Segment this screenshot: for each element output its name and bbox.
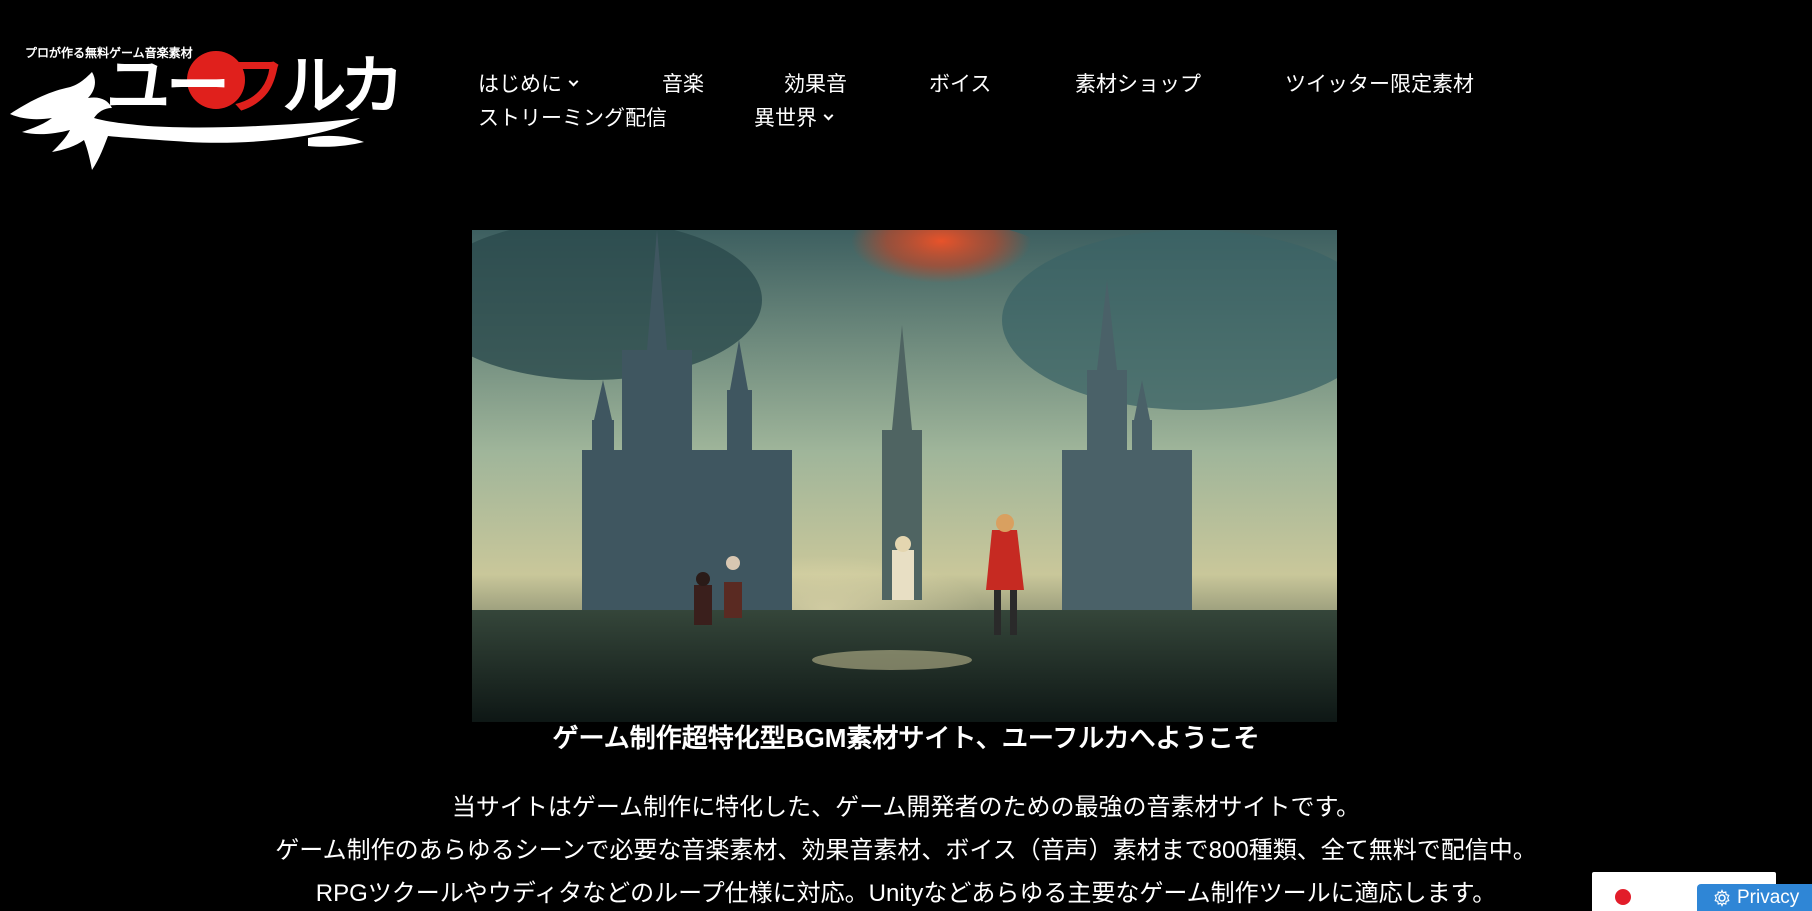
page: プロが作る無料ゲーム音楽素材 ユーフルカ はじめに 音楽 効果音 ボイス 素材シ…	[0, 0, 1812, 911]
nav-item-streaming[interactable]: ストリーミング配信	[478, 102, 754, 132]
nav-item-label: ボイス	[929, 72, 992, 96]
main-navigation: はじめに 音楽 効果音 ボイス 素材ショップ ツイッター限定素材 ストリーミング…	[478, 66, 1538, 134]
nav-item-label: ストリーミング配信	[478, 106, 667, 130]
japan-flag-icon	[1615, 889, 1631, 905]
hero-image	[472, 230, 1337, 722]
nav-item-asset-shop[interactable]: 素材ショップ	[1075, 68, 1285, 98]
nav-item-label: 音楽	[662, 72, 704, 96]
nav-item-label: 異世界	[754, 106, 817, 130]
nav-item-label: はじめに	[478, 72, 562, 96]
nav-item-voice[interactable]: ボイス	[929, 68, 1075, 98]
nav-item-twitter-exclusive[interactable]: ツイッター限定素材	[1285, 68, 1474, 98]
intro-text: 当サイトはゲーム制作に特化した、ゲーム開発者のための最強の音素材サイトです。 ゲ…	[0, 786, 1812, 911]
intro-line: 当サイトはゲーム制作に特化した、ゲーム開発者のための最強の音素材サイトです。	[451, 794, 1361, 821]
nav-row-1: はじめに 音楽 効果音 ボイス 素材ショップ ツイッター限定素材	[478, 66, 1538, 100]
logo-word-prefix: ユー	[106, 50, 226, 124]
privacy-label: Privacy	[1737, 886, 1800, 908]
nav-item-label: 効果音	[784, 72, 847, 96]
nav-item-label: 素材ショップ	[1075, 72, 1201, 96]
hero-illustration	[472, 230, 1337, 722]
intro-line: ゲーム制作のあらゆるシーンで必要な音楽素材、効果音素材、ボイス（音声）素材まで8…	[275, 837, 1537, 864]
nav-item-sound-effects[interactable]: 効果音	[784, 68, 929, 98]
nav-item-music[interactable]: 音楽	[662, 68, 784, 98]
welcome-headline: ゲーム制作超特化型BGM素材サイト、ユーフルカへようこそ	[552, 723, 1260, 753]
logo-word-red: フ	[222, 50, 286, 124]
site-logo[interactable]: プロが作る無料ゲーム音楽素材 ユーフルカ	[8, 42, 404, 177]
intro-line: RPGツクールやウディタなどのループ仕様に対応。Unityなどあらゆる主要なゲー…	[315, 880, 1497, 907]
privacy-button[interactable]: Privacy	[1697, 884, 1812, 911]
logo-word-suffix: ルカ	[282, 50, 404, 124]
gear-icon	[1714, 888, 1730, 907]
nav-item-hajimeni[interactable]: はじめに	[478, 68, 662, 98]
chevron-down-icon	[568, 76, 579, 86]
nav-row-2: ストリーミング配信 異世界	[478, 100, 1538, 134]
chevron-down-icon	[823, 110, 834, 120]
nav-item-isekai[interactable]: 異世界	[754, 102, 834, 132]
nav-item-label: ツイッター限定素材	[1285, 72, 1474, 96]
logo-wordmark: ユーフルカ	[106, 47, 404, 127]
